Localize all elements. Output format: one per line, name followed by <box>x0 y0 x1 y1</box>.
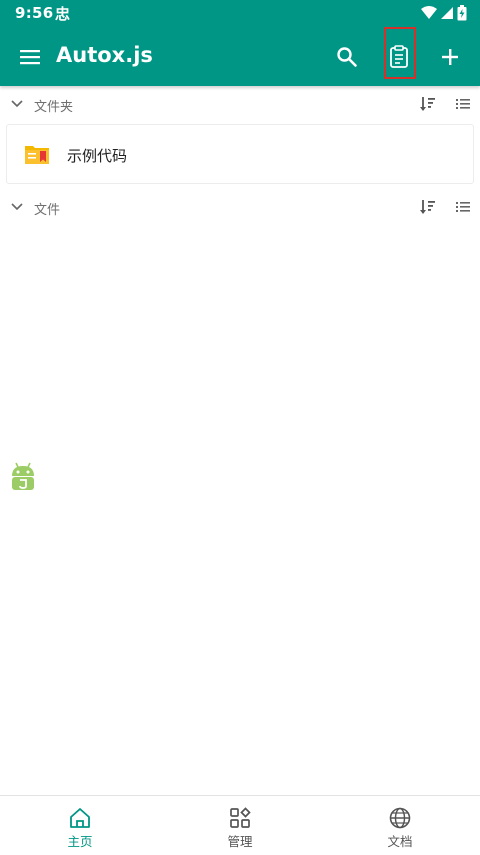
nav-label-home: 主页 <box>67 834 93 849</box>
app-header: 9:56 忠 Autox.js <box>0 0 480 86</box>
files-section-title: 文件 <box>34 203 61 218</box>
list-view-icon[interactable] <box>455 95 471 113</box>
battery-charging-icon <box>457 5 467 21</box>
cell-signal-icon <box>441 7 453 19</box>
chevron-down-icon[interactable] <box>9 96 25 112</box>
grid-icon <box>230 807 251 828</box>
globe-icon <box>389 807 411 829</box>
bottom-navigation: 主页 管理 文档 <box>0 795 480 855</box>
sort-icon[interactable] <box>419 198 437 216</box>
add-button[interactable] <box>430 37 470 77</box>
folder-item[interactable]: 示例代码 <box>6 124 474 184</box>
toolbar: Autox.js <box>0 27 480 86</box>
folders-section-header: 文件夹 <box>0 90 480 120</box>
status-time: 9:56 <box>15 4 54 22</box>
folders-section-title: 文件夹 <box>34 100 74 115</box>
nav-label-docs: 文档 <box>387 834 413 849</box>
notification-icon: 忠 <box>55 5 71 23</box>
sort-icon[interactable] <box>419 95 437 113</box>
hamburger-menu-icon <box>20 50 40 65</box>
status-bar: 9:56 忠 <box>0 0 480 28</box>
status-icons <box>421 5 467 21</box>
search-button[interactable] <box>327 37 367 77</box>
nav-item-home[interactable]: 主页 <box>20 796 140 855</box>
chevron-down-icon[interactable] <box>9 199 25 215</box>
nav-label-manage: 管理 <box>227 834 253 849</box>
files-section-header: 文件 <box>0 193 480 223</box>
floating-android-icon[interactable] <box>9 462 37 492</box>
app-screen: 9:56 忠 Autox.js 文件夹 示例代码 文件 主页 管理 文档 <box>0 0 480 855</box>
app-title: Autox.js <box>56 43 153 67</box>
menu-button[interactable] <box>12 41 48 73</box>
add-icon <box>442 49 458 65</box>
nav-item-docs[interactable]: 文档 <box>340 796 460 855</box>
folder-name: 示例代码 <box>67 147 128 165</box>
log-button[interactable] <box>379 37 419 77</box>
log-icon <box>390 45 408 68</box>
search-icon <box>337 47 357 67</box>
wifi-icon <box>421 6 437 19</box>
folder-icon <box>25 146 49 164</box>
nav-item-manage[interactable]: 管理 <box>180 796 300 855</box>
list-view-icon[interactable] <box>455 198 471 216</box>
home-icon <box>70 808 90 828</box>
